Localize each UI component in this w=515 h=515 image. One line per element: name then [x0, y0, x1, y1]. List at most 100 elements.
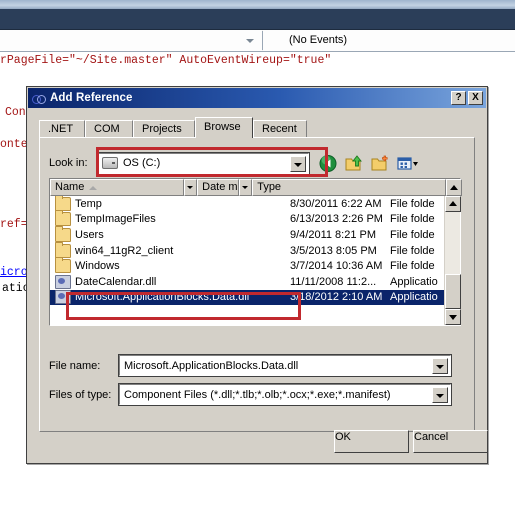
file-name-dropdown-arrow[interactable] [432, 358, 448, 374]
tab-com[interactable]: COM [85, 120, 133, 138]
column-header-type[interactable]: Type [252, 179, 446, 196]
new-folder-icon[interactable] [371, 154, 392, 173]
file-type-cell: Applicatio [390, 291, 438, 304]
files-of-type-label: Files of type: [49, 388, 112, 401]
back-icon[interactable] [319, 154, 340, 173]
column-header-date-label: Date modified [202, 181, 238, 193]
file-date-cell: 11/11/2008 11:2... [290, 275, 377, 288]
tab-browse[interactable]: Browse [195, 117, 253, 138]
events-dropdown[interactable]: (No Events) [263, 30, 515, 51]
table-row[interactable]: Users 9/4/2011 8:21 PM File folde [50, 225, 446, 243]
file-type-cell: File folde [390, 260, 435, 273]
table-row[interactable]: Windows 3/7/2014 10:36 AM File folde [50, 257, 446, 274]
file-name-label: File name: [49, 359, 101, 372]
code-line-icro[interactable]: icro [0, 265, 28, 281]
views-icon[interactable] [397, 154, 418, 173]
drive-icon [102, 157, 118, 169]
tab-projects[interactable]: Projects [133, 120, 195, 138]
file-name-value: Microsoft.ApplicationBlocks.Data.dll [124, 359, 299, 372]
sort-ascending-icon [89, 186, 97, 190]
ok-button[interactable]: OK [334, 430, 409, 453]
look-in-combo[interactable]: OS (C:) [96, 151, 310, 175]
file-list[interactable]: Name Date modified Type Temp 8/30/2011 6… [49, 178, 462, 326]
up-one-level-icon[interactable] [345, 154, 366, 173]
file-name-cell: Windows [75, 260, 120, 273]
events-dropdown-value: (No Events) [289, 34, 348, 46]
scroll-up-button[interactable] [445, 196, 461, 212]
file-name-row: File name: Microsoft.ApplicationBlocks.D… [49, 354, 461, 377]
code-line-1: rPageFile="~/Site.master" AutoEventWireu… [0, 54, 332, 67]
table-row[interactable]: Temp 8/30/2011 6:22 AM File folde [50, 196, 446, 212]
ide-title-bar [0, 0, 515, 9]
tab-strip: .NET COM Projects Browse Recent [39, 117, 475, 138]
file-name-combo[interactable]: Microsoft.ApplicationBlocks.Data.dll [118, 354, 452, 377]
file-date-cell: 3/7/2014 10:36 AM [290, 260, 383, 273]
dll-icon [55, 274, 71, 289]
files-of-type-value: Component Files (*.dll;*.tlb;*.olb;*.ocx… [124, 388, 391, 401]
file-name-cell: TempImageFiles [75, 213, 156, 226]
add-reference-dialog: Add Reference ? X .NET COM Projects Brow… [26, 86, 488, 464]
file-date-cell: 6/13/2013 2:26 PM [290, 213, 383, 226]
table-row[interactable]: win64_11gR2_client 3/5/2013 8:05 PM File… [50, 241, 446, 259]
dialog-title-bar[interactable]: Add Reference ? X [28, 88, 486, 108]
table-row-selected[interactable]: Microsoft.ApplicationBlocks.Data.dll 3/1… [50, 289, 446, 306]
nav-icon-group [319, 154, 418, 173]
file-name-cell: Users [75, 228, 104, 241]
file-type-cell: File folde [390, 244, 435, 257]
column-date-dropdown-icon[interactable] [239, 179, 253, 196]
scroll-down-button[interactable] [445, 309, 461, 325]
file-date-cell: 9/4/2011 8:21 PM [290, 228, 377, 241]
file-name-cell: Temp [75, 197, 102, 210]
column-scroll-up-icon[interactable] [446, 179, 462, 196]
folder-icon [55, 241, 71, 258]
folder-icon [55, 257, 71, 274]
column-header-name[interactable]: Name [50, 179, 185, 196]
tab-dotnet[interactable]: .NET [39, 120, 85, 138]
look-in-value: OS (C:) [123, 157, 161, 169]
ide-navigation-bar: (No Events) [0, 30, 515, 52]
file-list-scrollbar[interactable] [444, 196, 461, 325]
folder-icon [55, 196, 71, 211]
table-row[interactable]: DateCalendar.dll 11/11/2008 11:2... Appl… [50, 274, 446, 290]
file-type-cell: Applicatio [390, 275, 438, 288]
folder-icon [55, 210, 71, 227]
dll-icon [55, 290, 71, 305]
chevron-down-icon [246, 39, 254, 43]
column-header-date[interactable]: Date modified [197, 179, 240, 196]
file-name-cell: DateCalendar.dll [75, 275, 157, 288]
table-row[interactable]: TempImageFiles 6/13/2013 2:26 PM File fo… [50, 210, 446, 228]
code-line-onte: onte [0, 138, 28, 151]
dialog-title: Add Reference [50, 92, 133, 104]
scrollbar-thumb[interactable] [445, 274, 461, 309]
look-in-dropdown-arrow[interactable] [290, 155, 306, 172]
members-dropdown[interactable] [0, 30, 262, 51]
ide-toolbar[interactable] [0, 9, 515, 30]
code-line-con: Con [5, 106, 26, 119]
look-in-label: Look in: [49, 157, 88, 169]
file-name-cell: win64_11gR2_client [75, 244, 174, 257]
tab-recent[interactable]: Recent [253, 120, 307, 138]
folder-icon [55, 225, 71, 242]
dialog-title-buttons: ? X [451, 91, 483, 105]
file-list-header: Name Date modified Type [50, 179, 462, 196]
file-date-cell: 3/18/2012 2:10 AM [290, 291, 383, 304]
column-name-dropdown-icon[interactable] [184, 179, 198, 196]
files-of-type-dropdown-arrow[interactable] [432, 387, 448, 403]
file-list-rows[interactable]: Temp 8/30/2011 6:22 AM File folde TempIm… [50, 196, 446, 325]
files-of-type-combo[interactable]: Component Files (*.dll;*.tlb;*.olb;*.ocx… [118, 383, 452, 406]
file-date-cell: 8/30/2011 6:22 AM [290, 197, 382, 210]
look-in-row: Look in: OS (C:) [49, 151, 461, 175]
column-header-name-label: Name [55, 181, 85, 193]
cancel-button[interactable]: Cancel [413, 430, 488, 453]
file-type-cell: File folde [390, 228, 435, 241]
screenshot-root: (No Events) rPageFile="~/Site.master" Au… [0, 0, 515, 515]
help-button[interactable]: ? [451, 91, 466, 105]
file-date-cell: 3/5/2013 8:05 PM [290, 244, 377, 257]
close-button[interactable]: X [468, 91, 483, 105]
file-type-cell: File folde [390, 197, 435, 210]
code-line-ref: ref= [0, 218, 28, 231]
file-name-cell: Microsoft.ApplicationBlocks.Data.dll [75, 291, 250, 304]
file-type-cell: File folde [390, 213, 435, 226]
files-of-type-row: Files of type: Component Files (*.dll;*.… [49, 383, 461, 406]
column-header-type-label: Type [257, 181, 282, 193]
